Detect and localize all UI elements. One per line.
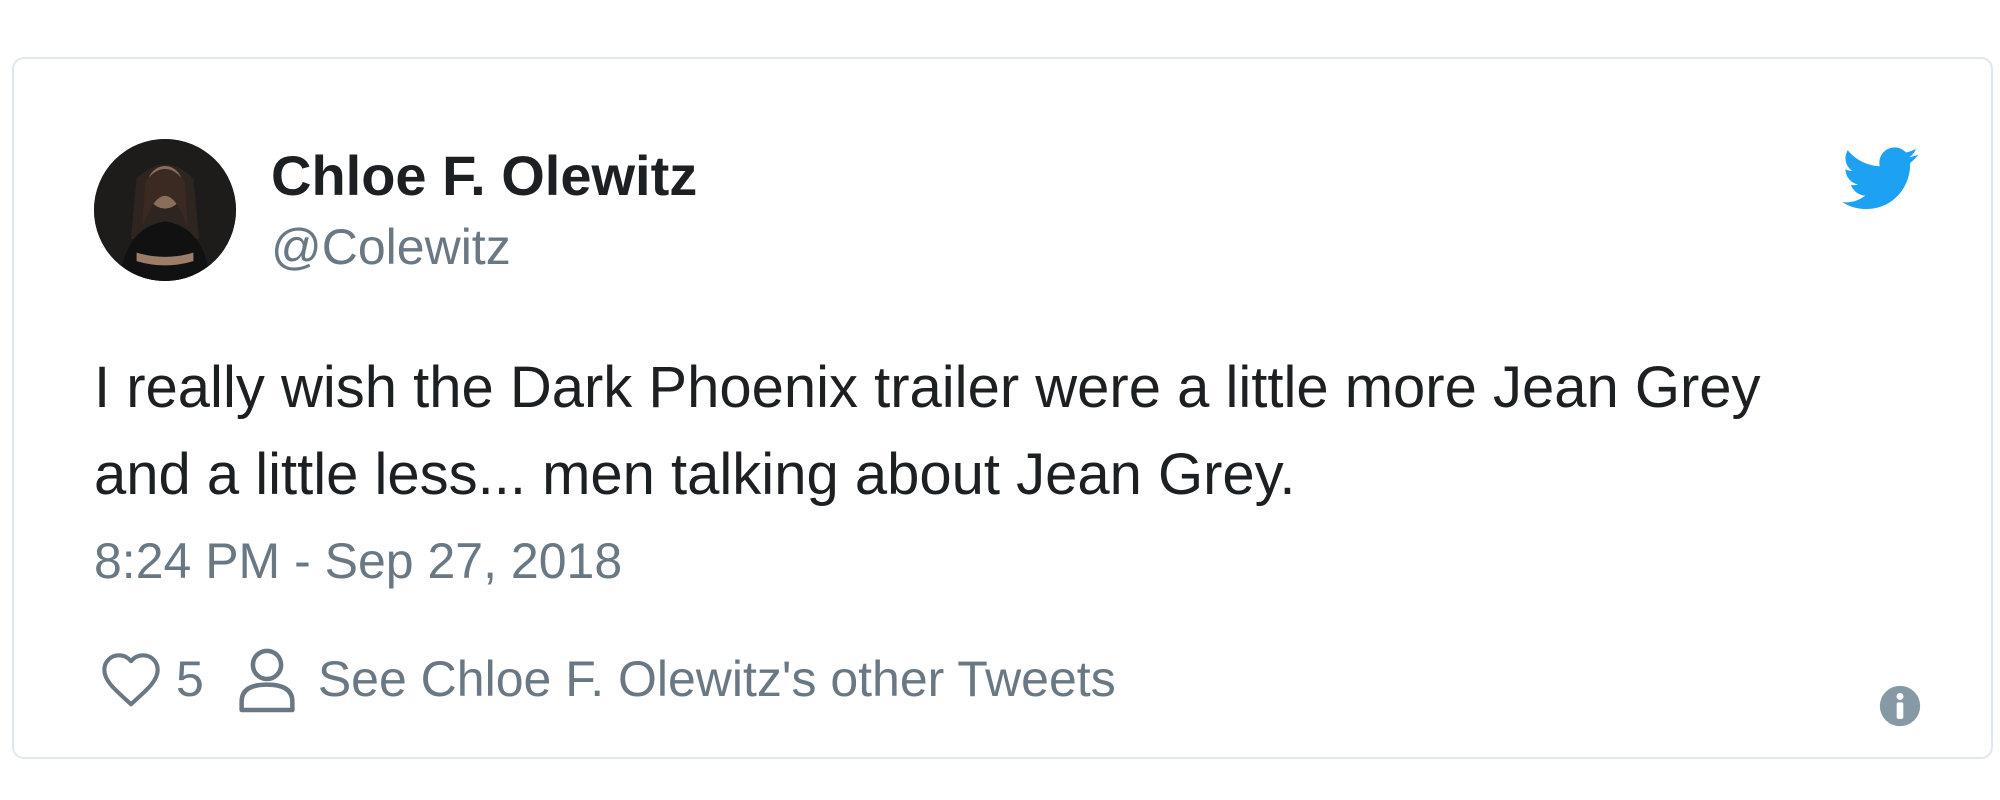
heart-icon xyxy=(102,653,160,707)
see-other-tweets-link[interactable]: See Chloe F. Olewitz's other Tweets xyxy=(236,645,1116,713)
author-display-name[interactable]: Chloe F. Olewitz xyxy=(271,142,697,209)
tweet-timestamp[interactable]: 8:24 PM - Sep 27, 2018 xyxy=(94,531,622,591)
tweet-text: I really wish the Dark Phoenix trailer w… xyxy=(94,355,1761,507)
like-button[interactable]: 5 xyxy=(98,646,236,712)
twitter-bird-icon[interactable] xyxy=(1842,147,1920,211)
author-handle[interactable]: @Colewitz xyxy=(271,217,511,277)
info-icon[interactable] xyxy=(1878,684,1922,728)
see-other-tweets-label: See Chloe F. Olewitz's other Tweets xyxy=(317,651,1116,707)
avatar-photo xyxy=(94,139,236,281)
tweet-action-bar: 5 See Chloe F. Olewitz's other Tweets xyxy=(98,639,1116,719)
like-count: 5 xyxy=(176,651,204,707)
tweet-card: Chloe F. Olewitz @Colewitz I really wish… xyxy=(12,57,1993,759)
person-icon xyxy=(239,648,295,713)
avatar[interactable] xyxy=(94,139,236,281)
